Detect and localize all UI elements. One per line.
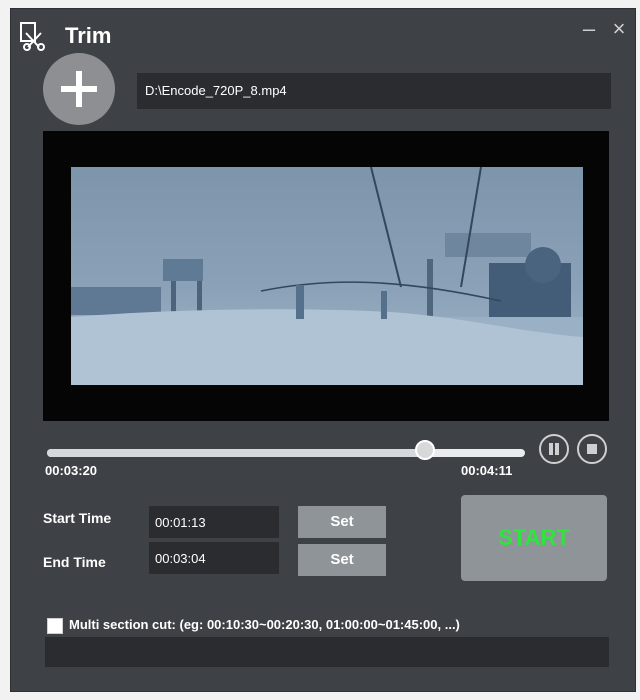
minimize-icon[interactable]: – [577,17,601,41]
multi-section-label: Multi section cut: (eg: 00:10:30~00:20:3… [69,617,460,632]
pause-button[interactable] [539,434,569,464]
end-time-label: End Time [43,554,106,570]
end-time-input[interactable] [149,542,279,574]
start-time-label: Start Time [43,510,112,526]
seek-progress [47,449,428,457]
close-icon[interactable]: × [607,17,631,41]
video-scene-image [71,166,583,385]
multi-section-input[interactable] [45,637,609,667]
pause-icon [549,443,559,455]
trim-window: Trim – × D:\Encode_720P_8.mp4 00:03:20 0… [10,8,636,692]
total-duration: 00:04:11 [461,463,513,478]
window-title: Trim [65,23,112,48]
trim-app-icon [19,21,49,51]
set-end-button[interactable]: Set [298,544,386,576]
set-start-button[interactable]: Set [298,506,386,538]
start-time-input[interactable] [149,506,279,538]
stop-button[interactable] [577,434,607,464]
add-file-button[interactable] [43,53,115,125]
seek-track[interactable] [47,449,525,457]
video-preview [43,131,609,421]
current-time: 00:03:20 [45,463,98,478]
start-button[interactable]: START [461,495,607,581]
seek-thumb[interactable] [415,440,435,460]
stop-icon [587,444,597,454]
video-frame [71,166,583,385]
file-path-field[interactable]: D:\Encode_720P_8.mp4 [137,73,611,109]
multi-section-checkbox[interactable] [47,618,63,634]
